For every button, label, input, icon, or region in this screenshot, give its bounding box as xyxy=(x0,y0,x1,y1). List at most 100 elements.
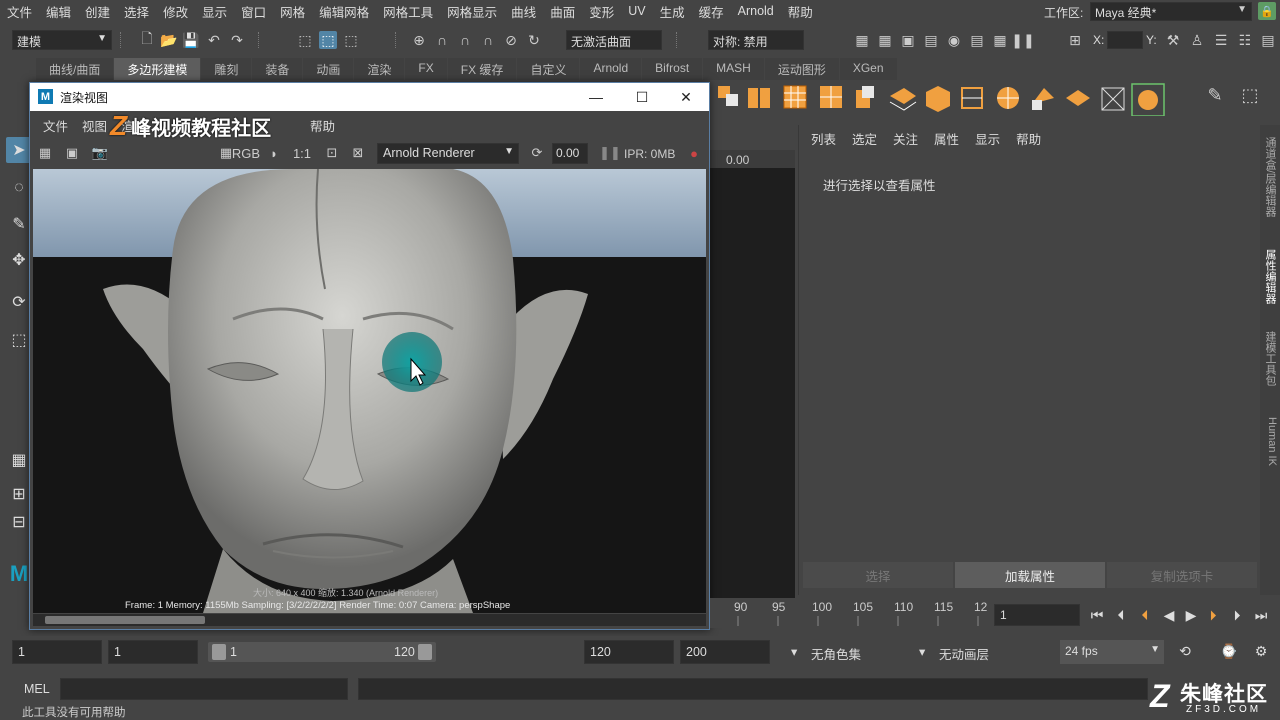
mirror-icon[interactable] xyxy=(1101,87,1125,111)
menu-help[interactable]: 帮助 xyxy=(781,2,820,21)
step-forward-key-icon[interactable]: ⏵ xyxy=(1226,604,1248,626)
scrollbar-thumb[interactable] xyxy=(45,616,205,624)
playback-start-field[interactable]: 1 xyxy=(108,640,198,664)
tool-settings-icon[interactable]: ☷ xyxy=(1236,31,1254,49)
modeling-toolkit-icon[interactable]: ⚒ xyxy=(1164,31,1182,49)
render-image[interactable]: 大小: 640 x 400 缩放: 1.340 (Arnold Renderer… xyxy=(33,169,706,613)
menu-arnold[interactable]: Arnold xyxy=(731,4,781,18)
character-set-dropdown[interactable]: 无角色集 xyxy=(806,640,916,664)
bridge-icon[interactable] xyxy=(889,88,917,111)
play-backwards-icon[interactable]: ◀ xyxy=(1158,604,1180,626)
bevel-icon[interactable] xyxy=(926,86,950,112)
open-scene-icon[interactable]: 📂 xyxy=(160,31,178,49)
live-surface-field[interactable]: 无激活曲面 xyxy=(566,30,662,50)
rv-menu-file[interactable]: 文件 xyxy=(36,116,75,135)
sculpt-icon[interactable] xyxy=(1131,83,1165,116)
exposure-field[interactable]: 0.00 xyxy=(552,143,588,164)
menu-mesh[interactable]: 网格 xyxy=(273,2,312,21)
snapshot-icon[interactable]: 📷 xyxy=(90,144,110,162)
quad-draw-icon[interactable] xyxy=(1032,88,1054,110)
menu-edit[interactable]: 编辑 xyxy=(39,2,78,21)
auto-key-icon[interactable]: ⌚ xyxy=(1218,640,1240,662)
shelf-tab-motion-graphics[interactable]: 运动图形 xyxy=(764,58,839,80)
shelf-tab-sculpting[interactable]: 雕刻 xyxy=(201,58,252,80)
command-input[interactable] xyxy=(60,678,348,700)
attr-menu-selected[interactable]: 选定 xyxy=(844,129,885,148)
minimize-icon[interactable]: — xyxy=(573,85,619,109)
playback-end-field[interactable]: 120 xyxy=(584,640,674,664)
attr-menu-attributes[interactable]: 属性 xyxy=(926,129,967,148)
range-start-handle[interactable] xyxy=(212,644,226,660)
rv-menu-view[interactable]: 视图 xyxy=(75,116,114,135)
step-back-frame-icon[interactable]: ⏴ xyxy=(1134,604,1156,626)
snap-point-icon[interactable]: ∩ xyxy=(456,31,474,49)
loop-icon[interactable]: ⟲ xyxy=(1174,640,1196,662)
ipr-render-icon[interactable]: ▣ xyxy=(899,31,917,49)
menu-edit-mesh[interactable]: 编辑网格 xyxy=(312,2,376,21)
shelf-tab-fx-caching[interactable]: FX 缓存 xyxy=(447,58,517,80)
select-object-icon[interactable]: ⬚ xyxy=(319,31,337,49)
combine-icon[interactable] xyxy=(718,86,738,106)
load-attributes-button[interactable]: 加载属性 xyxy=(955,562,1105,588)
menu-mesh-display[interactable]: 网格显示 xyxy=(440,2,504,21)
shelf-tab-animation[interactable]: 动画 xyxy=(303,58,354,80)
step-forward-frame-icon[interactable]: ⏵ xyxy=(1202,604,1224,626)
transform-icon[interactable]: ⬚ xyxy=(1241,85,1259,105)
menu-mesh-tools[interactable]: 网格工具 xyxy=(376,2,440,21)
menu-modify[interactable]: 修改 xyxy=(156,2,195,21)
stop-icon[interactable]: ● xyxy=(684,144,704,162)
menu-surfaces[interactable]: 曲面 xyxy=(543,2,582,21)
pencil-icon[interactable]: ✎ xyxy=(1206,85,1224,105)
menu-set-dropdown[interactable]: 建模 ▼ xyxy=(12,30,112,50)
hypershade-icon[interactable]: ◉ xyxy=(945,31,963,49)
chevron-down-icon[interactable]: ▾ xyxy=(786,640,802,664)
refresh-icon[interactable]: ⟳ xyxy=(527,144,547,162)
rgb-channel-icon[interactable]: RGB xyxy=(232,144,260,162)
ipr-pause-icon[interactable]: ❚❚ xyxy=(599,144,621,162)
menu-select[interactable]: 选择 xyxy=(117,2,156,21)
symmetry-field[interactable]: 对称: 禁用 xyxy=(708,30,804,50)
shelf-tab-custom[interactable]: 自定义 xyxy=(517,58,580,80)
arnold-render-icon[interactable]: ▤ xyxy=(968,31,986,49)
horizontal-scrollbar[interactable] xyxy=(33,614,706,626)
animation-start-field[interactable]: 1 xyxy=(12,640,102,664)
select-button[interactable]: 选择 xyxy=(803,562,953,588)
animation-end-field[interactable]: 200 xyxy=(680,640,770,664)
mel-label[interactable]: MEL xyxy=(24,682,50,696)
display-image-icon[interactable]: ⊡ xyxy=(322,144,342,162)
select-component-icon[interactable]: ⬚ xyxy=(342,31,360,49)
menu-cache[interactable]: 缓存 xyxy=(692,2,731,21)
input-mode-icon[interactable]: ⊞ xyxy=(1066,31,1084,49)
select-hierarchy-icon[interactable]: ⬚ xyxy=(296,31,314,49)
range-slider[interactable]: 1 120 xyxy=(208,642,436,662)
snap-curve-icon[interactable]: ∩ xyxy=(433,31,451,49)
slide-edge-icon[interactable] xyxy=(1066,90,1090,106)
shelf-tab-rendering[interactable]: 渲染 xyxy=(354,58,405,80)
maximize-icon[interactable]: ☐ xyxy=(619,85,665,109)
render-view-titlebar[interactable]: M 渲染视图 — ☐ ✕ xyxy=(30,83,709,111)
animation-prefs-icon[interactable]: ⚙ xyxy=(1250,640,1272,662)
shelf-tab-bifrost[interactable]: Bifrost xyxy=(642,58,703,80)
menu-windows[interactable]: 窗口 xyxy=(234,2,273,21)
target-weld-icon[interactable] xyxy=(997,87,1019,109)
close-icon[interactable]: ✕ xyxy=(663,85,709,109)
snap-live-icon[interactable]: ↻ xyxy=(525,31,543,49)
snap-view-plane-icon[interactable]: ⊘ xyxy=(502,31,520,49)
new-scene-icon[interactable]: 🗋 xyxy=(138,30,156,49)
workspace-dropdown[interactable]: Maya 经典* ▼ xyxy=(1090,2,1252,21)
renderer-dropdown[interactable]: Arnold Renderer ▼ xyxy=(377,143,519,164)
shelf-tab-xgen[interactable]: XGen xyxy=(839,58,897,80)
attr-menu-list[interactable]: 列表 xyxy=(803,129,844,148)
tab-channel-box[interactable]: 通道盒/层编辑器 xyxy=(1262,137,1278,217)
redo-icon[interactable]: ↷ xyxy=(228,31,246,49)
x-field[interactable] xyxy=(1107,31,1143,49)
chevron-down-icon[interactable]: ▾ xyxy=(914,640,930,664)
menu-file[interactable]: 文件 xyxy=(0,2,39,21)
reduce-icon[interactable] xyxy=(820,86,842,108)
tab-modeling-toolkit[interactable]: 建模工具包 xyxy=(1262,331,1278,386)
lock-icon[interactable]: 🔒 xyxy=(1258,2,1276,20)
fps-dropdown[interactable]: 24 fps ▼ xyxy=(1060,640,1164,664)
render-settings-icon[interactable]: ▤ xyxy=(922,31,940,49)
shelf-tab-fx[interactable]: FX xyxy=(405,58,447,80)
separate-icon[interactable] xyxy=(748,88,770,108)
